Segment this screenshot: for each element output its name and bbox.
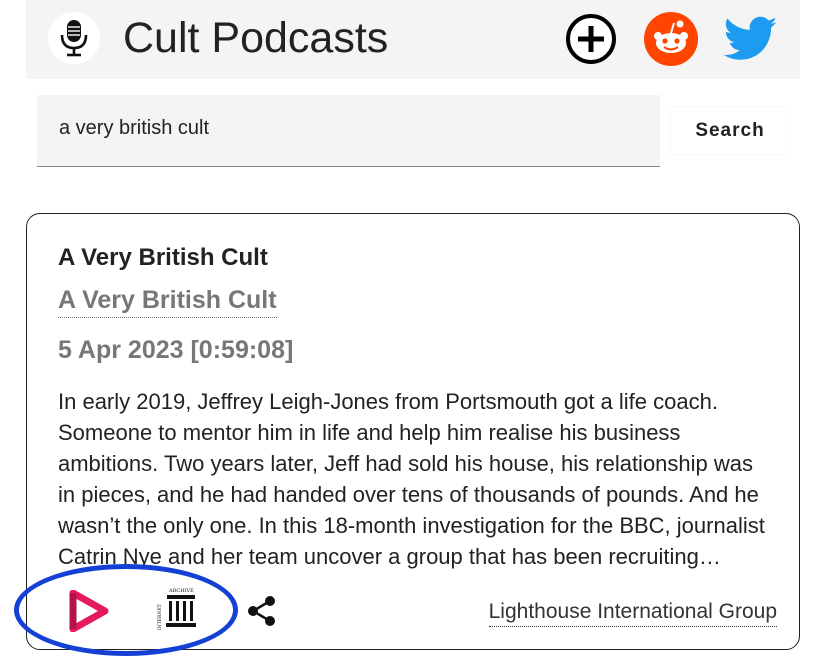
episode-card: A Very British Cult A Very British Cult … (26, 213, 800, 650)
page: Cult Podcasts Search A Very Br (0, 0, 829, 659)
svg-text:ARCHIVE: ARCHIVE (168, 588, 194, 594)
microphone-icon[interactable] (48, 12, 100, 64)
episode-date-duration: 5 Apr 2023 [0:59:08] (58, 336, 294, 364)
episode-title: A Very British Cult (58, 244, 268, 271)
internet-archive-icon[interactable]: ARCHIVE INTERNET (155, 586, 199, 632)
search-button[interactable]: Search (671, 107, 789, 154)
organization-tag-link[interactable]: Lighthouse International Group (488, 600, 777, 627)
castbox-icon[interactable] (67, 589, 111, 633)
twitter-icon[interactable] (724, 12, 778, 66)
plus-circle-icon[interactable] (564, 12, 618, 66)
episode-description: In early 2019, Jeffrey Leigh-Jones from … (58, 389, 765, 569)
podcast-name-link[interactable]: A Very British Cult (58, 286, 277, 318)
search-field[interactable] (37, 95, 660, 167)
app-title: Cult Podcasts (123, 14, 389, 62)
share-icon[interactable] (245, 594, 279, 628)
search-input[interactable] (37, 95, 660, 166)
reddit-icon[interactable] (644, 12, 698, 66)
svg-text:INTERNET: INTERNET (157, 604, 163, 630)
